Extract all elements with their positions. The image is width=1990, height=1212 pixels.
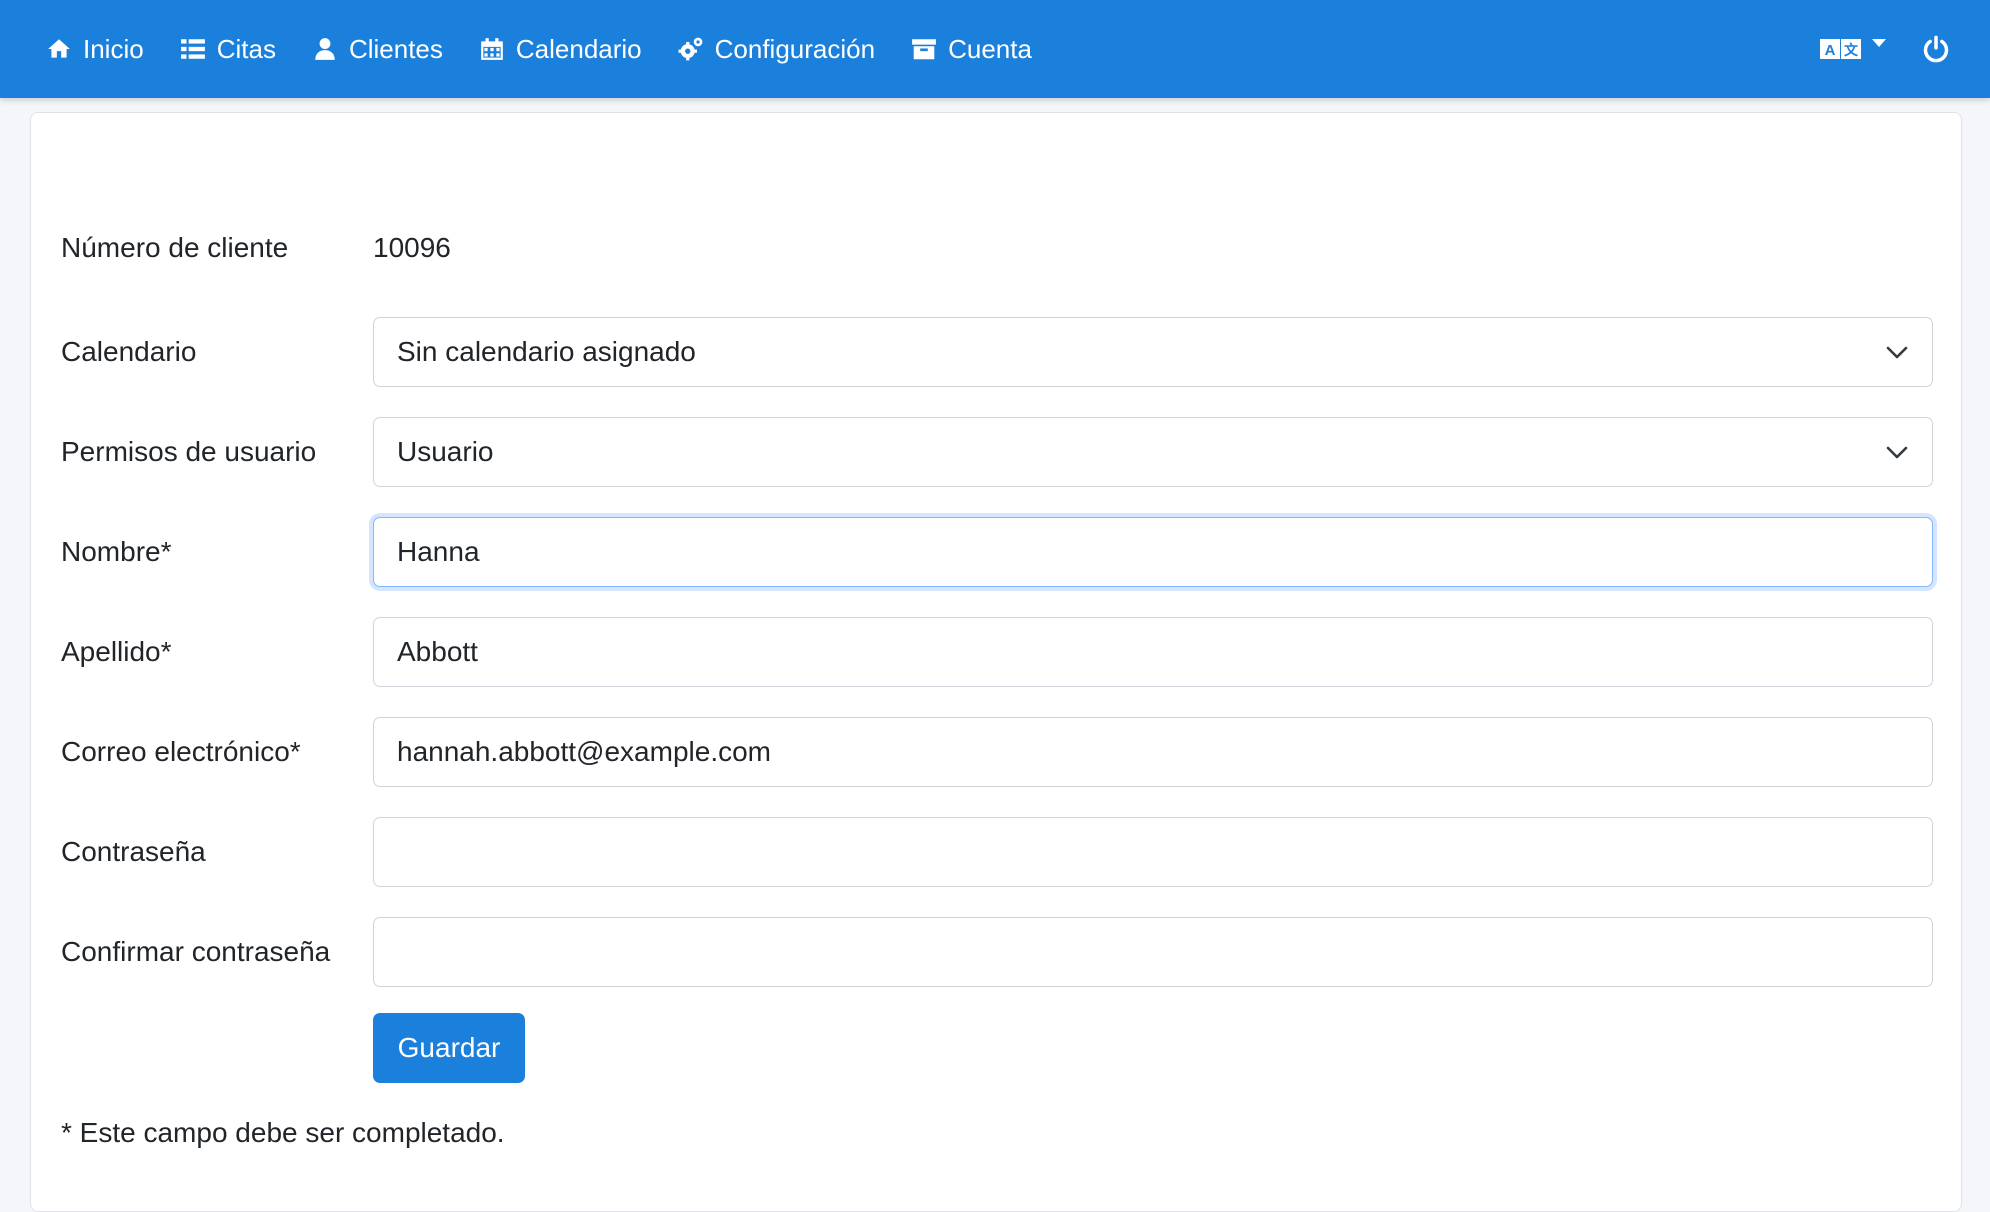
client-form: Número de cliente 10096 Calendario Sin c…: [61, 223, 1933, 1149]
confirm-password-row: Confirmar contraseña: [61, 917, 1933, 987]
permissions-select[interactable]: Usuario: [373, 417, 1933, 487]
last-name-row: Apellido*: [61, 617, 1933, 687]
cogs-icon: [678, 37, 703, 61]
client-form-card: Número de cliente 10096 Calendario Sin c…: [30, 112, 1962, 1212]
permissions-selected-value: Usuario: [397, 436, 494, 467]
nav-item-label: Inicio: [83, 33, 144, 64]
last-name-label: Apellido*: [61, 636, 172, 667]
client-number-row: Número de cliente 10096: [61, 223, 1933, 273]
last-name-input[interactable]: [373, 617, 1933, 687]
top-navbar: Inicio Citas Clientes Calendario Configu…: [0, 0, 1990, 98]
chevron-down-icon: [1886, 446, 1908, 459]
nav-item-calendario[interactable]: Calendario: [479, 34, 642, 65]
language-dropdown[interactable]: A 文: [1820, 36, 1886, 62]
nav-item-inicio[interactable]: Inicio: [46, 34, 144, 65]
password-row: Contraseña: [61, 817, 1933, 887]
home-icon: [48, 39, 70, 58]
permissions-row: Permisos de usuario Usuario: [61, 417, 1933, 487]
calendar-icon: [481, 38, 503, 60]
permissions-label: Permisos de usuario: [61, 436, 317, 467]
nav-menu: Inicio Citas Clientes Calendario Configu…: [46, 34, 1068, 65]
calendar-selected-value: Sin calendario asignado: [397, 336, 696, 367]
user-icon: [315, 38, 335, 60]
calendar-row: Calendario Sin calendario asignado: [61, 317, 1933, 387]
first-name-row: Nombre*: [61, 517, 1933, 587]
nav-item-label: Calendario: [515, 33, 642, 64]
nav-item-label: Configuración: [714, 33, 876, 64]
nav-item-clientes[interactable]: Clientes: [312, 34, 443, 65]
password-input[interactable]: [373, 817, 1933, 887]
email-row: Correo electrónico*: [61, 717, 1933, 787]
nav-item-cuenta[interactable]: Cuenta: [911, 34, 1032, 65]
archive-icon: [912, 39, 936, 60]
language-icon: A 文: [1820, 39, 1861, 59]
list-icon: [180, 39, 205, 59]
confirm-password-input[interactable]: [373, 917, 1933, 987]
password-label: Contraseña: [61, 836, 206, 867]
first-name-label: Nombre*: [61, 536, 172, 567]
nav-item-citas[interactable]: Citas: [180, 34, 276, 65]
calendar-select[interactable]: Sin calendario asignado: [373, 317, 1933, 387]
chevron-down-icon: [1886, 346, 1908, 359]
calendar-label: Calendario: [61, 336, 197, 367]
email-label: Correo electrónico*: [61, 736, 301, 767]
save-button[interactable]: Guardar: [373, 1013, 525, 1083]
nav-item-configuracion[interactable]: Configuración: [678, 34, 875, 65]
power-icon[interactable]: [1922, 35, 1950, 63]
first-name-input[interactable]: [373, 517, 1933, 587]
nav-item-label: Cuenta: [948, 33, 1032, 64]
chevron-down-icon: [1872, 39, 1886, 47]
client-number-label: Número de cliente: [61, 232, 289, 263]
svg-text:A: A: [1825, 42, 1836, 59]
nav-right-controls: A 文: [1820, 35, 1950, 63]
email-input[interactable]: [373, 717, 1933, 787]
nav-item-label: Clientes: [348, 33, 443, 64]
nav-item-label: Citas: [216, 33, 276, 64]
required-field-note: * Este campo debe ser completado.: [61, 1117, 505, 1148]
svg-text:文: 文: [1844, 42, 1859, 59]
confirm-password-label: Confirmar contraseña: [61, 936, 331, 967]
client-number-value: 10096: [373, 232, 451, 263]
